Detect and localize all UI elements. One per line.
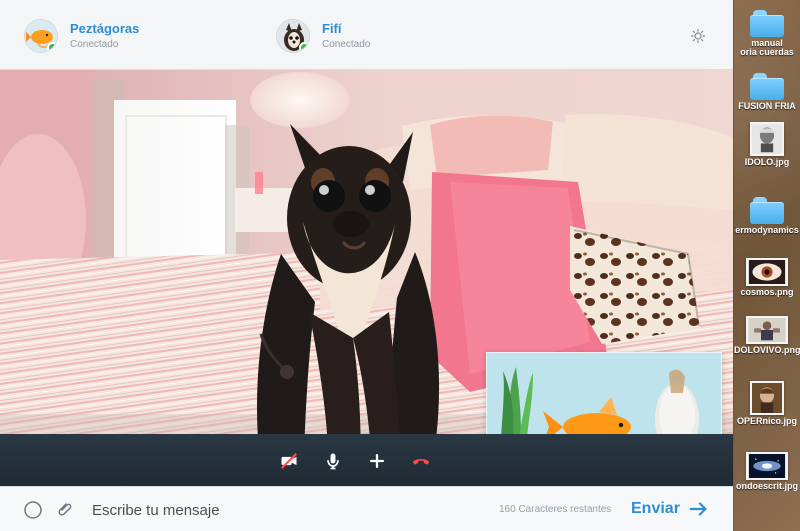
attach-button[interactable] [55,500,75,520]
avatar [24,19,58,53]
arrow-right-icon [689,502,707,516]
desktop-item-label: ermodynamics [735,226,799,235]
send-button-label: Enviar [631,500,680,517]
desktop-item-idolo-jpg[interactable]: IDOLO.jpg [734,122,800,167]
paperclip-icon [58,503,72,516]
contact-text: Peztágoras Conectado [70,22,139,50]
contact-name: Peztágoras [70,20,140,36]
desktop-item-copernico-jpg[interactable]: OPERnico.jpg [734,381,800,426]
image-file-icon [746,316,788,344]
desktop-item-thermodynamics[interactable]: ermodynamics [734,197,800,235]
folder-icon [750,10,784,37]
image-file-icon [746,452,788,480]
end-call-button[interactable] [408,448,434,474]
avatar [276,19,310,53]
desktop-item-label: IDOLO.jpg [744,158,790,167]
chat-header: Peztágoras Conectado Fifí Conectado [0,0,734,70]
desktop-item-idolovivo-png[interactable]: DOLOVIVO.png [734,316,800,355]
microphone-button[interactable] [320,448,346,474]
contact-pezt-goras[interactable]: Peztágoras Conectado [24,16,139,56]
send-button[interactable]: Enviar [631,497,710,521]
desktop-item-manual-teoria-cuerdas[interactable]: manual oria cuerdas [734,10,800,58]
contact-status: Conectado [322,38,371,50]
folder-icon [750,73,784,100]
plus-icon [370,454,384,468]
screen: Peztágoras Conectado Fifí Conectado Escr… [0,0,800,531]
contact-text: Fifí Conectado [322,22,370,50]
add-participant-button[interactable] [364,448,390,474]
emoji-button[interactable] [23,500,43,520]
message-composer: 160 Caracteres restantes Enviar [0,486,734,531]
contact-fifi[interactable]: Fifí Conectado [276,16,370,56]
contact-status: Conectado [70,38,119,50]
video-chat-window: Peztágoras Conectado Fifí Conectado Escr… [0,0,734,531]
desktop-item-label: manual oria cuerdas [740,39,794,58]
image-file-icon [750,122,784,156]
character-counter: 160 Caracteres restantes [499,504,612,515]
call-controls-bar [0,434,734,486]
desktop-item-mundoescrito-jpg[interactable]: ondoescrit.jpg [734,452,800,491]
desktop-sidebar: manual oria cuerdas FUSIÓN FRÍA IDOLO.jp… [733,0,800,531]
desktop-item-cosmos-png[interactable]: cosmos.png [734,258,800,297]
desktop-item-label: OPERnico.jpg [736,417,797,426]
desktop-item-label: ondoescrit.jpg [735,482,798,491]
desktop-item-label: DOLOVIVO.png [734,346,800,355]
desktop-item-label: FUSIÓN FRÍA [738,102,796,111]
contact-name: Fifí [322,20,342,36]
gear-icon [690,28,706,44]
hang-up-icon [412,459,430,465]
emoji-icon [24,501,42,519]
message-input[interactable] [92,498,472,522]
call-controls [276,448,434,474]
online-status-dot [47,42,57,52]
settings-button[interactable] [690,28,706,44]
desktop-item-label: cosmos.png [740,288,794,297]
image-file-icon [746,258,788,286]
online-status-dot [299,42,309,52]
image-file-icon [750,381,784,415]
folder-icon [750,197,784,224]
desktop-item-fusion-fria[interactable]: FUSIÓN FRÍA [734,73,800,111]
camera-off-icon [281,453,297,469]
microphone-icon [327,453,339,470]
main-video-feed [0,70,734,486]
camera-toggle-button[interactable] [276,448,302,474]
